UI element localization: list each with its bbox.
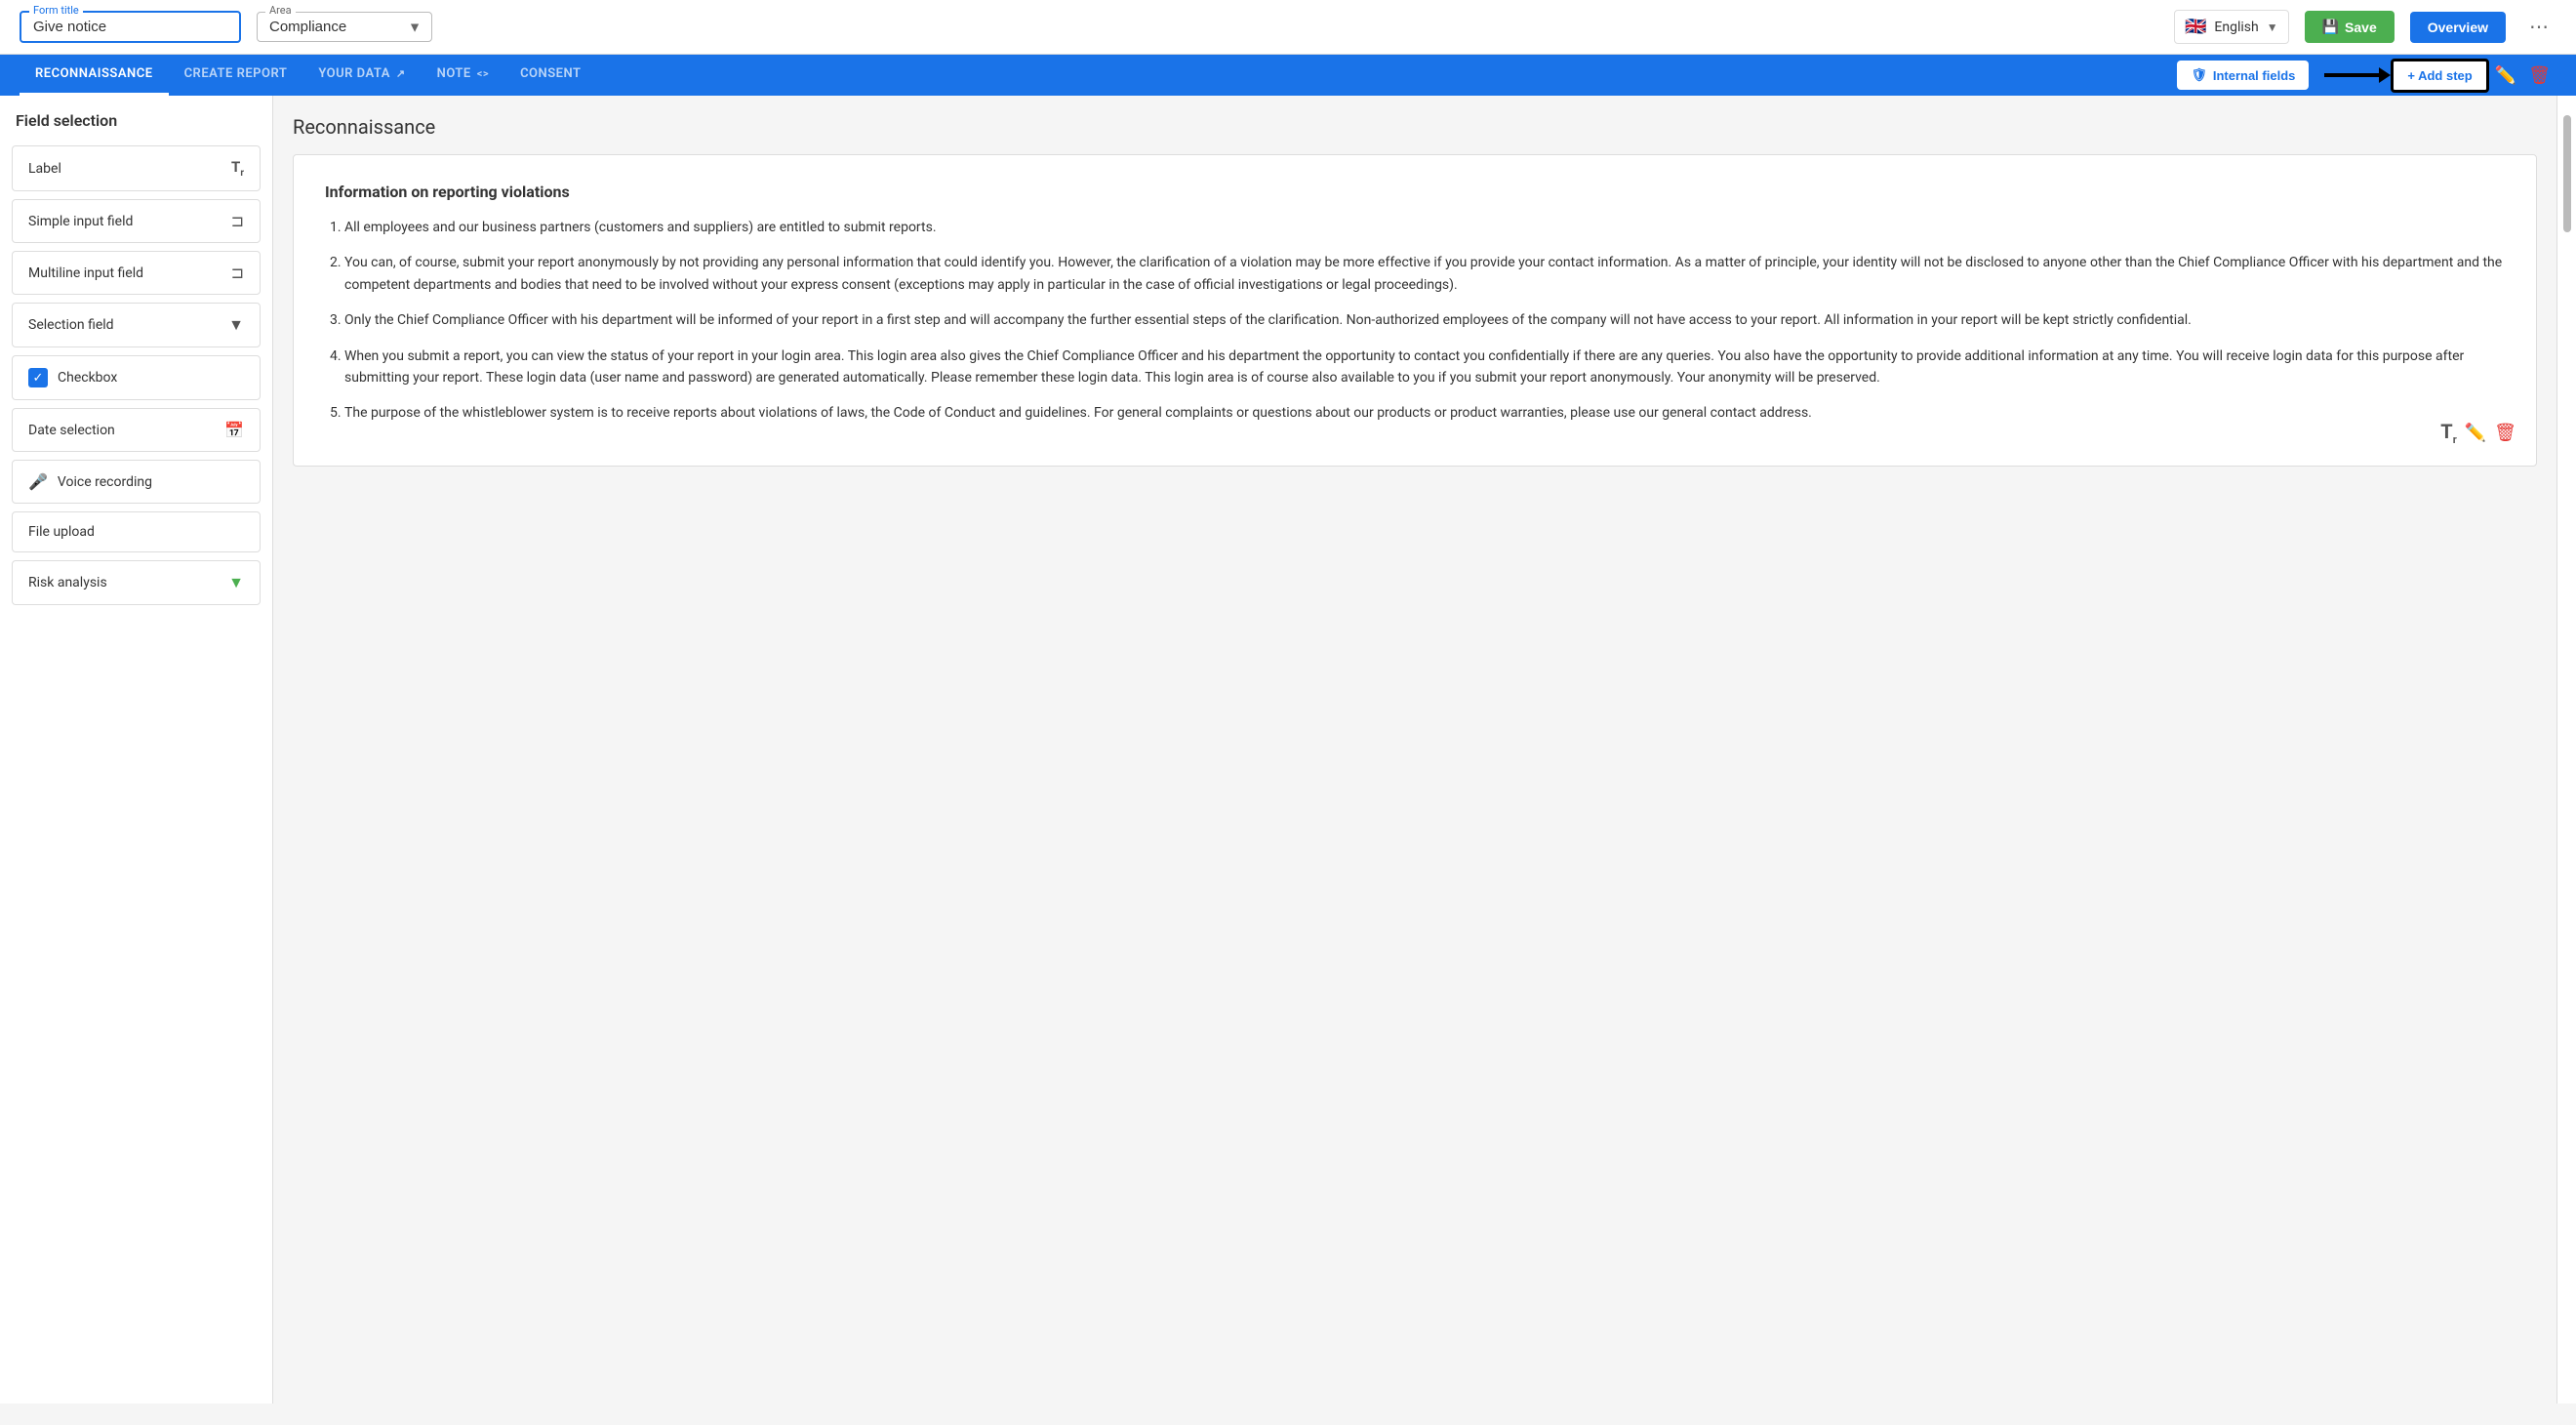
- pencil-icon: ✏️: [2495, 65, 2516, 85]
- add-step-button[interactable]: + Add step: [2391, 59, 2488, 93]
- external-link-icon: ↗: [396, 67, 406, 80]
- language-text: English: [2214, 20, 2258, 35]
- selection-field-name: Selection field: [28, 317, 114, 333]
- field-item-risk[interactable]: Risk analysis ▼: [12, 560, 261, 605]
- card-edit-button[interactable]: ✏️: [2465, 423, 2486, 443]
- form-title-input[interactable]: [33, 19, 227, 35]
- content-title: Reconnaissance: [293, 115, 2537, 139]
- edit-icon: ✏️: [2465, 423, 2486, 442]
- list-item: When you submit a report, you can view t…: [344, 346, 2505, 389]
- multiline-icon: ⊐: [231, 264, 244, 282]
- checkbox-checked-icon: ✓: [28, 368, 48, 387]
- calendar-icon: 📅: [224, 421, 244, 439]
- selection-chevron-icon: ▼: [228, 315, 244, 335]
- sidebar: Field selection Label Tr Simple input fi…: [0, 96, 273, 1404]
- text-format-icon: Tr: [231, 158, 244, 179]
- field-item-selection[interactable]: Selection field ▼: [12, 303, 261, 347]
- multiline-input-name: Multiline input field: [28, 265, 143, 281]
- tab-your-data-label: YOUR DATA: [318, 66, 390, 81]
- list-item: Only the Chief Compliance Officer with h…: [344, 309, 2505, 331]
- sidebar-title: Field selection: [0, 111, 272, 145]
- tab-consent[interactable]: CONSENT: [504, 55, 596, 96]
- flag-icon: 🇬🇧: [2185, 17, 2206, 37]
- shield-icon: 🛡: [2191, 67, 2207, 83]
- microphone-icon: 🎤: [28, 472, 48, 491]
- simple-input-name: Simple input field: [28, 214, 133, 229]
- arrow-line: [2324, 73, 2383, 77]
- list-item: The purpose of the whistleblower system …: [344, 402, 2505, 424]
- form-title-field[interactable]: Form title: [20, 11, 241, 43]
- typography-icon: Tr: [2440, 420, 2456, 446]
- internal-fields-button[interactable]: 🛡 Internal fields: [2177, 61, 2309, 90]
- code-icon: <>: [477, 67, 489, 80]
- tab-note-label: NOTE: [437, 66, 471, 81]
- tab-your-data[interactable]: YOUR DATA ↗: [302, 55, 421, 96]
- delete-step-button[interactable]: 🗑: [2522, 60, 2556, 92]
- tab-consent-label: CONSENT: [520, 66, 581, 81]
- risk-analysis-name: Risk analysis: [28, 575, 107, 590]
- tab-create-report[interactable]: CREATE REPORT: [169, 55, 303, 96]
- area-field[interactable]: Area Compliance HR Legal Finance ▼: [257, 12, 432, 42]
- date-selection-name: Date selection: [28, 423, 115, 438]
- scrollbar-thumb[interactable]: [2563, 115, 2571, 232]
- content-card: Information on reporting violations All …: [293, 154, 2537, 467]
- edit-step-button[interactable]: ✏️: [2489, 60, 2522, 92]
- content-area: Reconnaissance Information on reporting …: [273, 96, 2556, 1404]
- label-field-name: Label: [28, 161, 61, 177]
- main-layout: Field selection Label Tr Simple input fi…: [0, 96, 2576, 1404]
- more-icon: ⋯: [2529, 17, 2549, 38]
- field-item-multiline-input[interactable]: Multiline input field ⊐: [12, 251, 261, 295]
- language-chevron-icon: ▼: [2267, 20, 2278, 34]
- field-item-simple-input[interactable]: Simple input field ⊐: [12, 199, 261, 243]
- violation-info-list: All employees and our business partners …: [325, 217, 2505, 425]
- card-actions: Tr ✏️ 🗑: [2440, 420, 2516, 446]
- risk-chevron-icon: ▼: [228, 573, 244, 592]
- tab-create-report-label: CREATE REPORT: [184, 66, 288, 81]
- area-chevron-icon: ▼: [408, 19, 422, 35]
- save-icon: 💾: [2322, 19, 2339, 35]
- tabs-bar: RECONNAISSANCE CREATE REPORT YOUR DATA ↗…: [0, 55, 2576, 96]
- form-title-label: Form title: [29, 4, 83, 17]
- list-item: All employees and our business partners …: [344, 217, 2505, 238]
- card-heading: Information on reporting violations: [325, 183, 2505, 201]
- checkbox-name: Checkbox: [58, 370, 117, 386]
- delete-icon: 🗑: [2494, 423, 2516, 442]
- field-item-date[interactable]: Date selection 📅: [12, 408, 261, 452]
- field-item-checkbox[interactable]: ✓ Checkbox: [12, 355, 261, 400]
- trash-icon: 🗑: [2528, 65, 2551, 85]
- tab-reconnaissance[interactable]: RECONNAISSANCE: [20, 55, 169, 96]
- more-options-button[interactable]: ⋯: [2521, 11, 2556, 43]
- overview-button[interactable]: Overview: [2410, 12, 2506, 43]
- field-item-voice[interactable]: 🎤 Voice recording: [12, 460, 261, 504]
- input-icon: ⊐: [231, 212, 244, 230]
- language-selector[interactable]: 🇬🇧 English ▼: [2174, 10, 2289, 44]
- tab-note[interactable]: NOTE <>: [422, 55, 504, 96]
- list-item: You can, of course, submit your report a…: [344, 252, 2505, 296]
- field-item-file-upload[interactable]: File upload: [12, 511, 261, 552]
- arrow-indicator: [2324, 73, 2383, 77]
- header: Form title Area Compliance HR Legal Fina…: [0, 0, 2576, 55]
- tab-reconnaissance-label: RECONNAISSANCE: [35, 66, 153, 81]
- card-delete-button[interactable]: 🗑: [2494, 423, 2516, 443]
- right-panel: [2556, 96, 2576, 1404]
- area-select[interactable]: Compliance HR Legal Finance: [269, 19, 396, 35]
- voice-recording-name: Voice recording: [58, 474, 152, 490]
- save-button[interactable]: 💾 Save: [2305, 11, 2395, 43]
- field-item-label[interactable]: Label Tr: [12, 145, 261, 191]
- area-label: Area: [265, 4, 296, 17]
- file-upload-name: File upload: [28, 524, 95, 540]
